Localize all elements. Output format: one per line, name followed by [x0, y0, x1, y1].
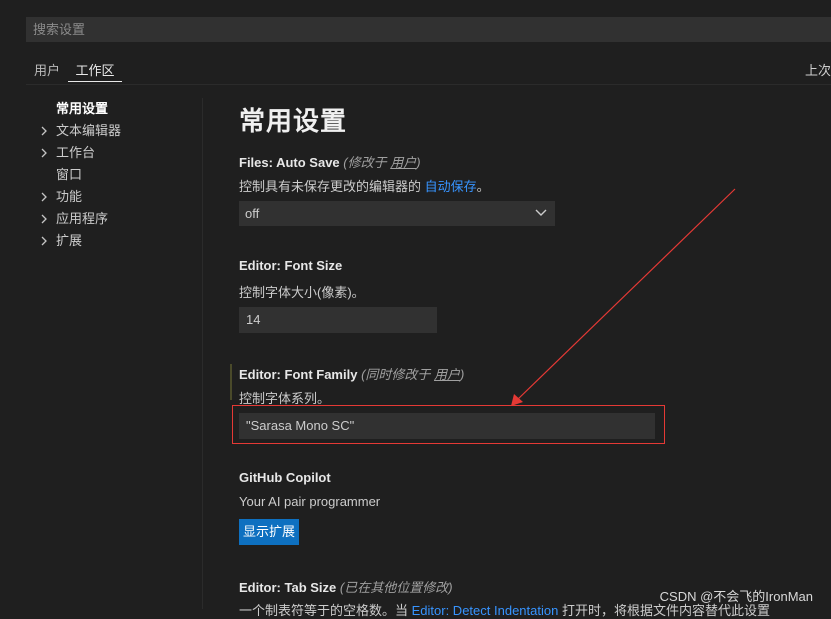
setting-note: (修改于: [339, 155, 391, 170]
chevron-right-icon: [41, 192, 47, 202]
tab-user[interactable]: 用户: [34, 60, 60, 79]
setting-name: Tab Size: [284, 580, 337, 595]
settings-toc: 常用设置 文本编辑器 工作台 窗口 功能 应用程序 扩展: [38, 100, 198, 254]
setting-note: (已在其他位置修改): [336, 580, 453, 595]
toc-item-label: 工作台: [56, 145, 96, 160]
copilot-title: GitHub Copilot: [239, 470, 331, 485]
toc-item-label: 功能: [56, 189, 83, 204]
watermark: CSDN @不会飞的IronMan: [659, 589, 813, 604]
font-size-title: Editor: Font Size: [239, 258, 342, 273]
header-divider: [26, 84, 831, 85]
auto-save-select[interactable]: off: [239, 201, 555, 226]
desc-text: 一个制表符等于的空格数。当: [239, 603, 412, 618]
chevron-down-icon: [535, 209, 547, 216]
toc-separator: [202, 98, 203, 609]
auto-save-title: Files: Auto Save (修改于 用户): [239, 152, 421, 171]
toc-item-window[interactable]: 窗口: [38, 166, 198, 188]
setting-name: Font Size: [284, 258, 343, 273]
annotation-arrow: [511, 188, 736, 406]
toc-item-application[interactable]: 应用程序: [38, 210, 198, 232]
toc-item-label: 文本编辑器: [56, 123, 122, 138]
toc-item-text-editor[interactable]: 文本编辑器: [38, 122, 198, 144]
font-size-desc: 控制字体大小(像素)。: [239, 285, 365, 300]
setting-name: Auto Save: [276, 155, 340, 170]
tab-size-title: Editor: Tab Size (已在其他位置修改): [239, 577, 453, 596]
setting-name: GitHub Copilot: [239, 470, 331, 485]
setting-category: Files:: [239, 155, 277, 170]
setting-note-end: ): [416, 155, 421, 170]
highlight-box: [232, 405, 665, 444]
show-extension-button[interactable]: 显示扩展: [239, 519, 299, 545]
tab-workspace[interactable]: 工作区: [68, 60, 122, 79]
toc-item-label: 常用设置: [56, 101, 109, 116]
page-title: 常用设置: [239, 106, 348, 136]
toc-item-label: 窗口: [56, 167, 83, 182]
setting-note-end: ): [460, 367, 465, 382]
detect-indentation-link[interactable]: Editor: Detect Indentation: [412, 603, 559, 618]
modified-indicator: [230, 364, 232, 400]
setting-name: Font Family: [284, 367, 358, 382]
toc-item-features[interactable]: 功能: [38, 188, 198, 210]
chevron-right-icon: [41, 236, 47, 246]
toc-item-common[interactable]: 常用设置: [38, 100, 198, 122]
copilot-desc: Your AI pair programmer: [239, 494, 381, 509]
toc-item-workbench[interactable]: 工作台: [38, 144, 198, 166]
last-synced-label: 上次: [804, 63, 831, 78]
chevron-right-icon: [41, 148, 47, 158]
active-tab-indicator: [68, 81, 122, 82]
select-value: off: [245, 206, 260, 221]
search-settings-input[interactable]: 搜索设置: [26, 17, 831, 42]
font-family-title: Editor: Font Family (同时修改于 用户): [239, 364, 464, 383]
modified-in-user-link[interactable]: 用户: [390, 155, 416, 170]
settings-scope-tabs: 用户 工作区 上次: [26, 56, 831, 84]
setting-category: Editor:: [239, 367, 285, 382]
setting-category: Editor:: [239, 258, 285, 273]
toc-item-label: 应用程序: [56, 211, 109, 226]
toc-item-extensions[interactable]: 扩展: [38, 232, 198, 254]
setting-category: Editor:: [239, 580, 285, 595]
desc-text-end: 。: [476, 179, 490, 194]
desc-text-end: 打开时，将根据文件内容替代此设置: [558, 603, 770, 618]
toc-item-label: 扩展: [56, 233, 83, 248]
auto-save-link[interactable]: 自动保存: [425, 179, 477, 194]
font-size-input[interactable]: 14: [239, 307, 437, 333]
auto-save-desc: 控制具有未保存更改的编辑器的 自动保存。: [239, 176, 490, 195]
modified-in-user-link[interactable]: 用户: [434, 367, 460, 382]
desc-text: 控制具有未保存更改的编辑器的: [239, 179, 425, 194]
chevron-right-icon: [41, 214, 47, 224]
chevron-right-icon: [41, 126, 47, 136]
setting-note: (同时修改于: [357, 367, 435, 382]
